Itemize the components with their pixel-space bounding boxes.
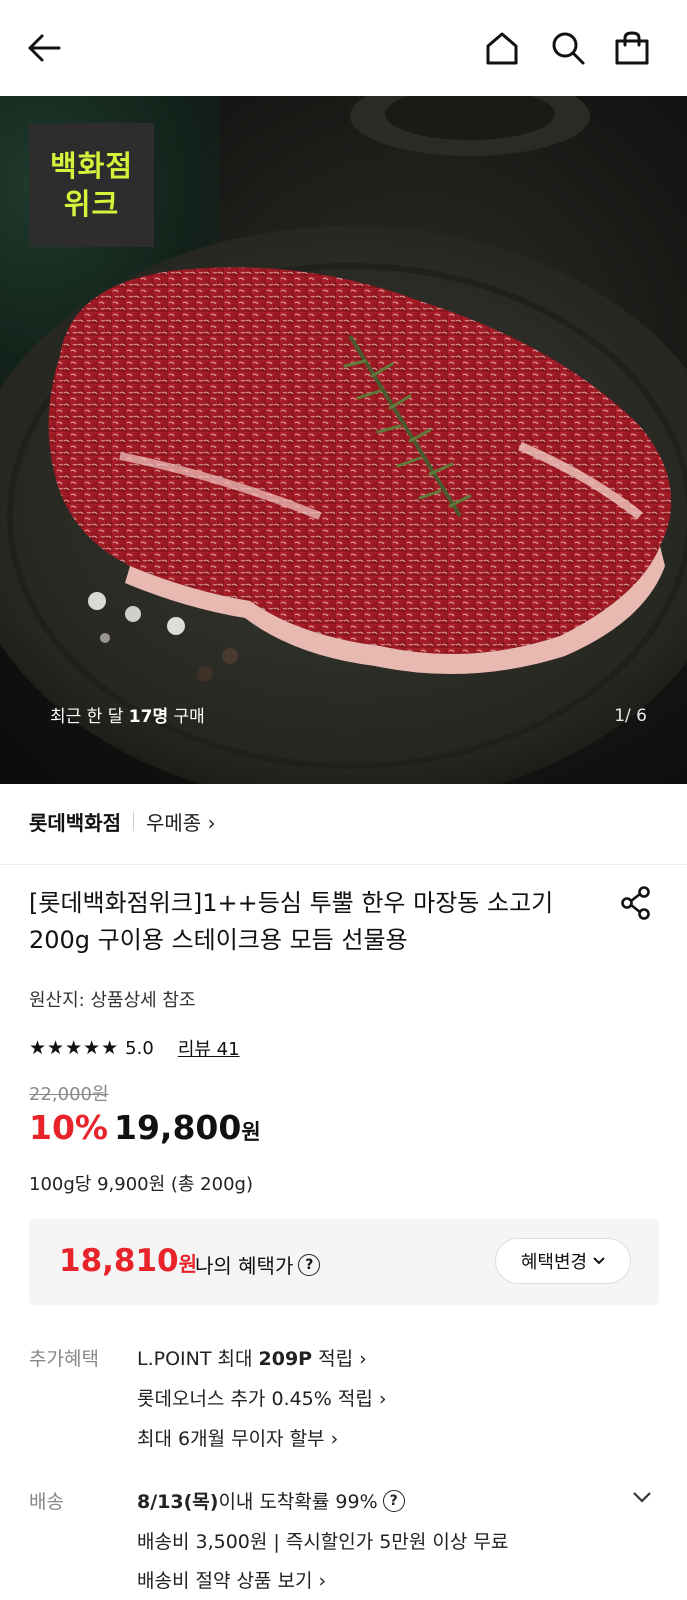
- chevron-right-icon: ›: [207, 810, 216, 835]
- caption-suffix: 구매: [168, 707, 205, 727]
- benefit-price-value: 18,810: [59, 1243, 179, 1279]
- shipping-label: 배송: [29, 1491, 64, 1513]
- lpoint-suffix: 적립 ›: [312, 1348, 367, 1370]
- change-benefit-button[interactable]: 혜택변경: [495, 1238, 631, 1284]
- lpoint-benefit-link[interactable]: L.POINT 최대 209P 적립 ›: [137, 1344, 367, 1371]
- review-link[interactable]: 리뷰 41: [178, 1035, 240, 1061]
- delivery-estimate: 8/13(목) 이내 도착확률 99%?: [137, 1487, 405, 1514]
- seller-name: 우메종: [146, 810, 202, 835]
- recent-purchase-caption: 최근 한 달 17명 구매: [50, 702, 205, 727]
- rating-score: 5.0: [125, 1037, 154, 1059]
- change-benefit-label: 혜택변경: [520, 1252, 588, 1273]
- caption-count: 17명: [128, 707, 169, 727]
- back-arrow-icon[interactable]: [22, 26, 66, 70]
- seller-link[interactable]: 우메종 ›: [146, 807, 216, 836]
- top-bar: [0, 0, 687, 96]
- discount-rate: 10%: [29, 1108, 108, 1147]
- help-icon[interactable]: ?: [382, 1489, 405, 1512]
- price-currency: 원: [241, 1120, 261, 1144]
- chevron-down-icon: [593, 1254, 605, 1269]
- brand-name[interactable]: 롯데백화점: [29, 807, 121, 836]
- product-image-carousel[interactable]: 백화점 위크 최근 한 달 17명 구매 1/ 6: [0, 96, 687, 784]
- image-counter: 1/ 6: [614, 706, 647, 726]
- extra-benefit-label: 추가혜택: [29, 1348, 99, 1370]
- brand-divider: [133, 811, 134, 831]
- product-title: [롯데백화점위크]1++등심 투뿔 한우 마장동 소고기 200g 구이용 스테…: [29, 889, 554, 954]
- section-divider: [0, 864, 687, 865]
- benefit-label: 나의 혜택가?: [195, 1250, 321, 1279]
- badge-line-1: 백화점: [49, 149, 134, 183]
- lotte-owners-benefit-link[interactable]: 롯데오너스 추가 0.45% 적립 ›: [137, 1384, 386, 1411]
- benefit-price: 18,810원: [59, 1243, 197, 1279]
- help-icon[interactable]: ?: [298, 1253, 321, 1276]
- origin-info: 원산지: 상품상세 참조: [29, 990, 196, 1011]
- brand-row: 롯데백화점 우메종 ›: [29, 806, 216, 836]
- rating-row: ★★★★★ 5.0 리뷰 41: [29, 1035, 240, 1061]
- installment-link[interactable]: 최대 6개월 무이자 할부 ›: [137, 1424, 338, 1451]
- unit-price: 100g당 9,900원 (총 200g): [29, 1174, 253, 1195]
- delivery-date: 8/13(목): [137, 1491, 219, 1513]
- shopping-bag-icon[interactable]: [610, 26, 654, 70]
- shipping-fee: 배송비 3,500원 | 즉시할인가 5만원 이상 무료: [137, 1531, 509, 1553]
- department-week-badge: 백화점 위크: [29, 123, 154, 247]
- shipping-saving-link[interactable]: 배송비 절약 상품 보기 ›: [137, 1566, 326, 1593]
- price-row: 10% 19,800 원: [29, 1108, 261, 1147]
- sale-price: 19,800: [114, 1108, 242, 1147]
- share-icon[interactable]: [620, 886, 652, 924]
- original-price: 22,000원: [29, 1084, 109, 1105]
- badge-line-2: 위크: [63, 187, 120, 221]
- lpoint-amount: 209P: [258, 1348, 313, 1370]
- delivery-probability: 이내 도착확률 99%: [218, 1491, 378, 1513]
- star-rating-icon: ★★★★★: [29, 1037, 120, 1059]
- benefit-label-text: 나의 혜택가: [195, 1254, 294, 1278]
- home-icon[interactable]: [480, 26, 524, 70]
- lpoint-text: L.POINT 최대: [137, 1348, 259, 1370]
- search-icon[interactable]: [546, 26, 590, 70]
- caption-text: 최근 한 달: [50, 707, 129, 727]
- chevron-down-icon[interactable]: [632, 1488, 652, 1507]
- my-benefit-price-box: 18,810원 나의 혜택가? 혜택변경: [29, 1219, 659, 1305]
